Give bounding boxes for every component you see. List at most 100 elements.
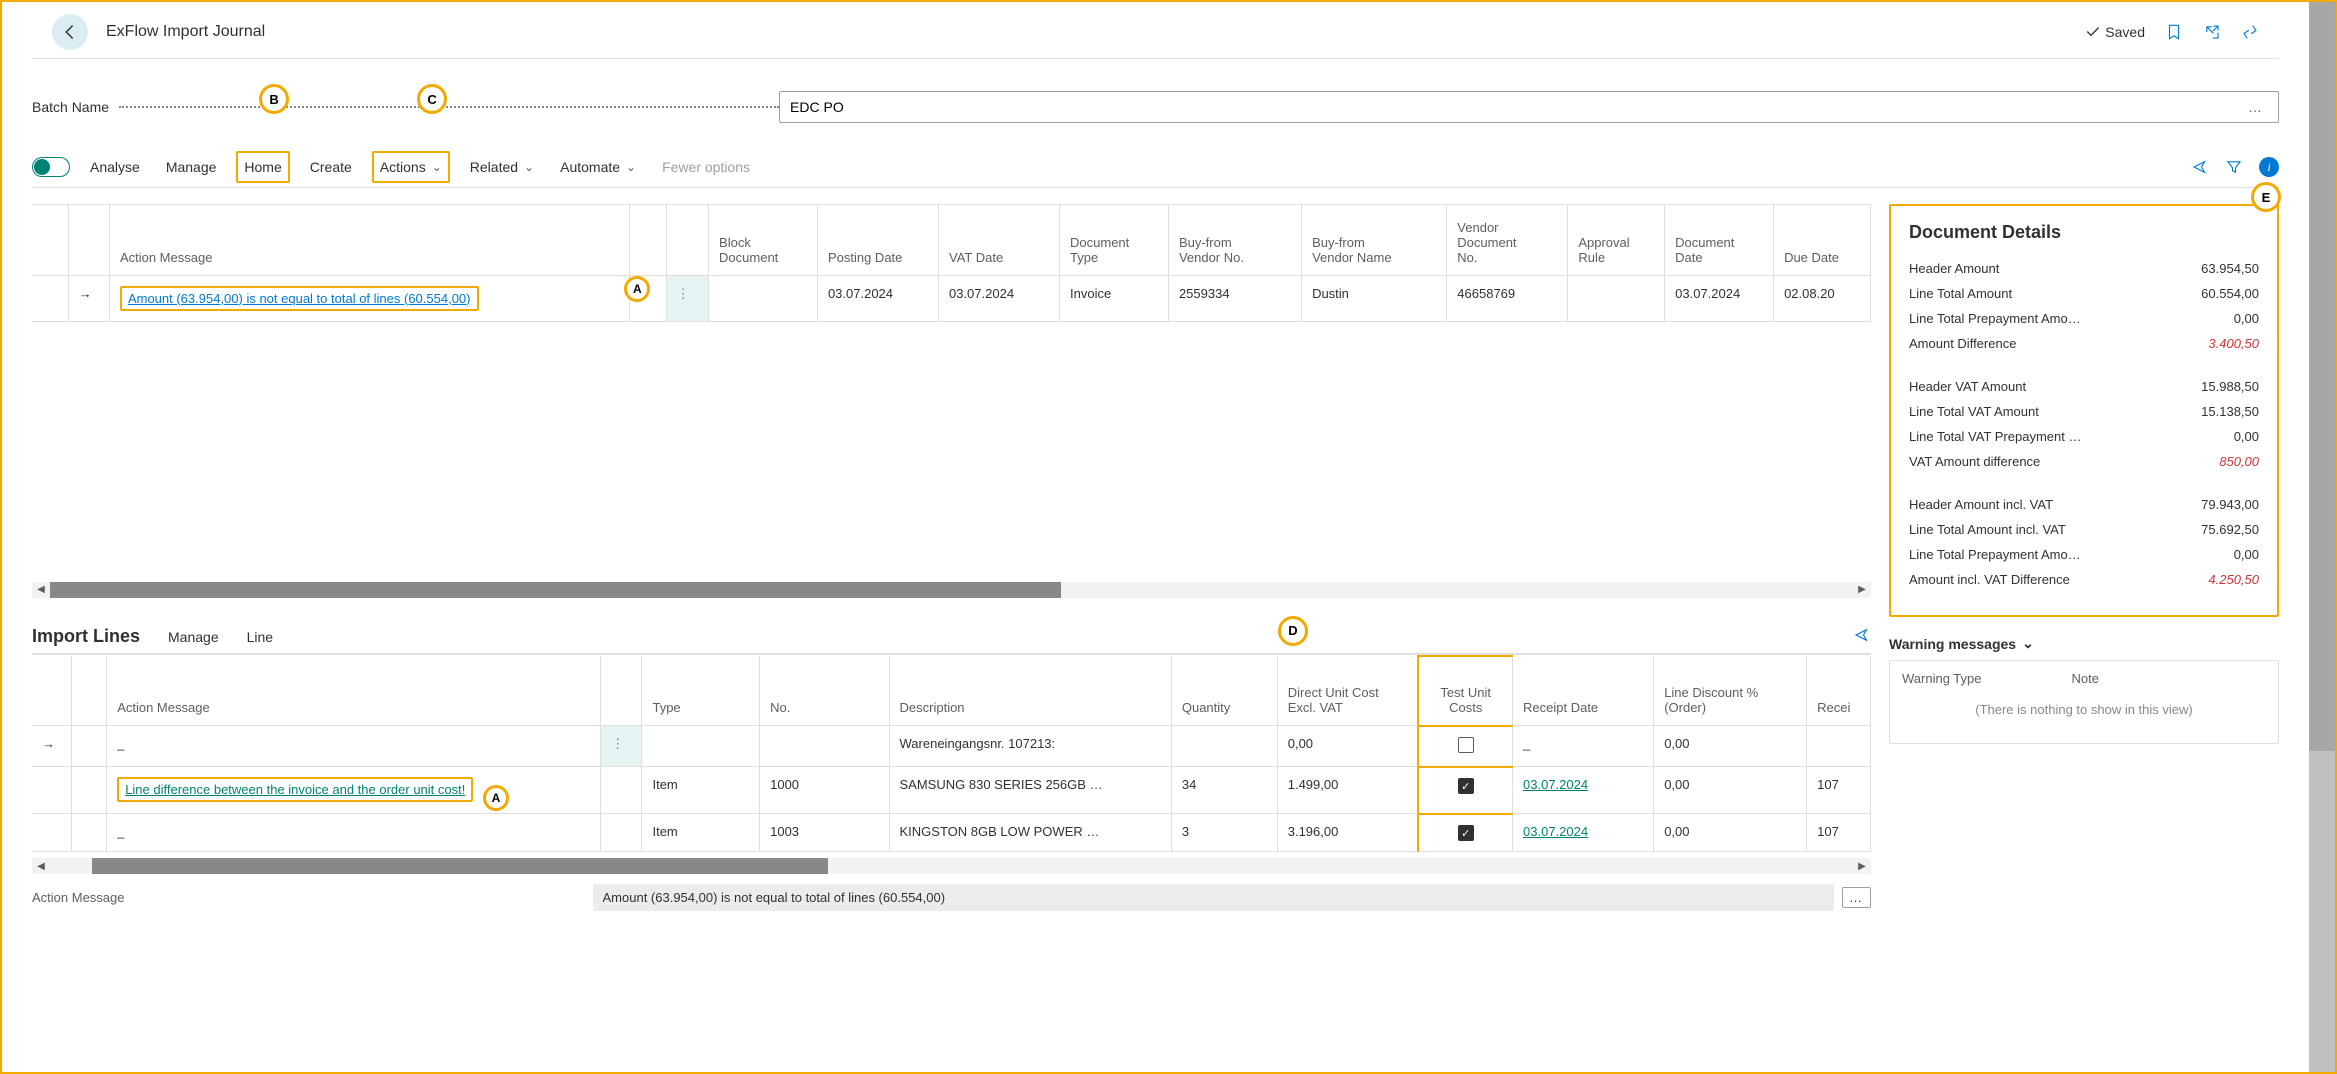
import-lines-manage[interactable]: Manage — [168, 629, 219, 645]
create-tab[interactable]: Create — [304, 153, 358, 181]
saved-label: Saved — [2105, 24, 2145, 40]
line-row[interactable]: _ Item 1003 KINGSTON 8GB LOW POWER … 3 3… — [32, 814, 1871, 852]
test-unit-checkbox[interactable] — [1418, 726, 1512, 767]
col-vendor-no[interactable]: Buy-fromVendor No. — [1168, 205, 1301, 275]
lcol-action-message[interactable]: Action Message — [107, 656, 601, 726]
scroll-right-icon[interactable]: ▶ — [1853, 858, 1871, 874]
batch-name-field[interactable]: … — [779, 91, 2279, 123]
warning-messages-header[interactable]: Warning messages ⌄ — [1889, 635, 2279, 652]
lcol-receipt-date[interactable]: Receipt Date — [1513, 656, 1654, 726]
lcol-no[interactable]: No. — [760, 656, 889, 726]
analyse-tab[interactable]: Analyse — [84, 153, 146, 181]
col-approval-rule[interactable]: ApprovalRule — [1568, 205, 1665, 275]
am-short: _ — [117, 736, 124, 751]
lcol-unit-cost[interactable]: Direct Unit CostExcl. VAT — [1277, 656, 1418, 726]
related-menu[interactable]: Related — [464, 153, 540, 181]
callout-C: C — [417, 84, 447, 114]
cell-vendor-doc-no[interactable]: 46658769 — [1447, 275, 1568, 321]
line-action-message-link[interactable]: Line difference between the invoice and … — [125, 782, 465, 797]
fewer-options[interactable]: Fewer options — [656, 153, 756, 181]
line-row[interactable]: Line difference between the invoice and … — [32, 767, 1871, 814]
header-row[interactable]: → Amount (63.954,00) is not equal to tot… — [32, 275, 1871, 321]
row-context-menu[interactable]: ⋮ — [677, 286, 691, 301]
bottom-action-label: Action Message — [32, 890, 125, 905]
lcol-recei[interactable]: Recei — [1807, 656, 1871, 726]
factbox-title: Document Details — [1909, 222, 2259, 243]
col-block-doc[interactable]: BlockDocument — [709, 205, 818, 275]
callout-A-header: A — [624, 276, 650, 302]
warn-col-type: Warning Type — [1902, 671, 1982, 686]
info-icon[interactable]: i — [2259, 157, 2279, 177]
bottom-action-value: Amount (63.954,00) is not equal to total… — [593, 884, 1835, 911]
col-action-message[interactable]: Action Message — [109, 205, 629, 275]
import-lines-title: Import Lines — [32, 626, 140, 647]
fb-row: Header Amount63.954,50 — [1909, 261, 2259, 276]
cell-vendor-no[interactable]: 2559334 — [1168, 275, 1301, 321]
header-grid-hscroll[interactable]: ◀ ▶ — [32, 582, 1871, 598]
scroll-left-icon[interactable]: ◀ — [32, 858, 50, 874]
bookmark-icon[interactable] — [2165, 23, 2183, 41]
lcol-type[interactable]: Type — [642, 656, 760, 726]
collapse-icon[interactable] — [2241, 23, 2259, 41]
window-vscroll[interactable] — [2309, 2, 2335, 1072]
action-message-link[interactable]: Amount (63.954,00) is not equal to total… — [128, 291, 471, 306]
cell-posting-date[interactable]: 03.07.2024 — [817, 275, 938, 321]
receipt-date-link[interactable]: 03.07.2024 — [1523, 777, 1588, 792]
col-vendor-doc-no[interactable]: VendorDocumentNo. — [1447, 205, 1568, 275]
actions-menu[interactable]: Actions — [372, 151, 450, 183]
receipt-date-link[interactable]: 03.07.2024 — [1523, 824, 1588, 839]
scroll-right-icon[interactable]: ▶ — [1853, 582, 1871, 598]
batch-lookup-button[interactable]: … — [2244, 99, 2268, 115]
analyse-toggle[interactable] — [32, 157, 70, 177]
batch-dots: B C — [119, 98, 779, 108]
manage-tab[interactable]: Manage — [160, 153, 223, 181]
automate-menu[interactable]: Automate — [554, 153, 642, 181]
test-unit-checkbox[interactable]: ✓ — [1418, 767, 1512, 814]
col-vat-date[interactable]: VAT Date — [938, 205, 1059, 275]
row-indicator-icon: → — [68, 275, 109, 321]
action-message-highlight: Amount (63.954,00) is not equal to total… — [120, 286, 479, 311]
batch-name-input[interactable] — [790, 99, 2244, 115]
col-vendor-name[interactable]: Buy-fromVendor Name — [1302, 205, 1447, 275]
header-grid: Action Message BlockDocument Posting Dat… — [32, 205, 1871, 322]
saved-status: Saved — [2085, 24, 2145, 40]
import-lines-line[interactable]: Line — [247, 629, 273, 645]
cell-doc-date[interactable]: 03.07.2024 — [1665, 275, 1774, 321]
share-icon[interactable] — [2191, 158, 2209, 176]
cell-doc-type[interactable]: Invoice — [1060, 275, 1169, 321]
warn-col-note: Note — [2072, 671, 2099, 686]
document-details-factbox: Document Details Header Amount63.954,50 … — [1889, 204, 2279, 617]
bottom-more-button[interactable]: … — [1842, 887, 1871, 908]
home-tab[interactable]: Home — [236, 151, 289, 183]
lcol-test-unit[interactable]: Test UnitCosts — [1418, 656, 1512, 726]
lines-grid: Action Message Type No. Description Quan… — [32, 655, 1871, 853]
checkbox-icon — [1458, 737, 1474, 753]
col-due-date[interactable]: Due Date — [1774, 205, 1871, 275]
scroll-left-icon[interactable]: ◀ — [32, 582, 50, 598]
line-context-menu[interactable]: ⋮ — [611, 736, 625, 751]
callout-B: B — [259, 84, 289, 114]
lcol-discount[interactable]: Line Discount %(Order) — [1654, 656, 1807, 726]
col-posting-date[interactable]: Posting Date — [817, 205, 938, 275]
filter-icon[interactable] — [2225, 158, 2243, 176]
warning-messages-body: Warning Type Note (There is nothing to s… — [1889, 660, 2279, 744]
back-button[interactable] — [52, 14, 88, 50]
line-row[interactable]: → _ ⋮ Wareneingangsnr. 107213: 0,00 _ 0,… — [32, 726, 1871, 767]
warn-empty-text: (There is nothing to show in this view) — [1902, 702, 2266, 717]
test-unit-checkbox[interactable]: ✓ — [1418, 814, 1512, 852]
cell-vat-date[interactable]: 03.07.2024 — [938, 275, 1059, 321]
lines-grid-hscroll[interactable]: ◀ ▶ — [32, 858, 1871, 874]
col-doc-date[interactable]: DocumentDate — [1665, 205, 1774, 275]
checkbox-checked-icon: ✓ — [1458, 825, 1474, 841]
row-indicator-icon: → — [32, 726, 71, 767]
chevron-down-icon: ⌄ — [2022, 635, 2034, 652]
popout-icon[interactable] — [2203, 23, 2221, 41]
import-lines-share-icon[interactable] — [1853, 626, 1871, 644]
lcol-qty[interactable]: Quantity — [1171, 656, 1277, 726]
lcol-description[interactable]: Description — [889, 656, 1171, 726]
cell-due-date[interactable]: 02.08.20 — [1774, 275, 1871, 321]
cell-approval-rule[interactable] — [1568, 275, 1665, 321]
cell-vendor-name[interactable]: Dustin — [1302, 275, 1447, 321]
col-doc-type[interactable]: DocumentType — [1060, 205, 1169, 275]
check-icon — [2085, 24, 2101, 40]
